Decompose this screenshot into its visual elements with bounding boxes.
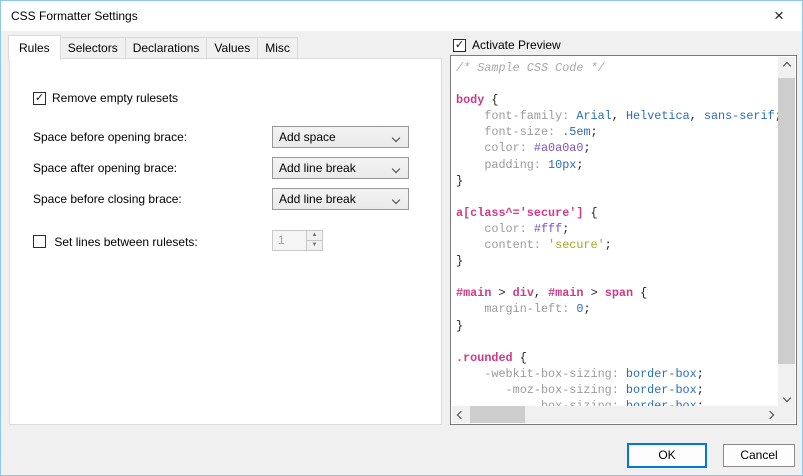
tab-misc[interactable]: Misc bbox=[257, 37, 298, 59]
vertical-scrollbar[interactable] bbox=[778, 57, 795, 406]
triangle-up-icon: ▲ bbox=[312, 232, 318, 238]
tab-rules[interactable]: Rules bbox=[8, 35, 61, 60]
code-line: /* Sample CSS Code */ bbox=[456, 60, 778, 76]
code-line: font-family: Arial, Helvetica, sans-seri… bbox=[456, 108, 778, 124]
horizontal-scrollbar-thumb[interactable] bbox=[470, 406, 525, 423]
ok-button[interactable]: OK bbox=[627, 443, 707, 468]
space-after-opening-brace-value: Add line break bbox=[279, 161, 356, 175]
code-line: } bbox=[456, 253, 778, 269]
chevron-right-icon bbox=[765, 410, 773, 418]
chevron-down-icon bbox=[392, 196, 400, 204]
code-line bbox=[456, 76, 778, 92]
set-lines-between-rulesets-label: Set lines between rulesets: bbox=[54, 235, 197, 249]
triangle-down-icon: ▼ bbox=[312, 242, 318, 248]
tab-declarations-label: Declarations bbox=[133, 41, 200, 55]
space-before-opening-brace-label: Space before opening brace: bbox=[33, 130, 187, 144]
close-icon: × bbox=[774, 6, 784, 26]
space-before-closing-brace-select[interactable]: Add line break bbox=[272, 188, 409, 210]
space-after-opening-brace-select[interactable]: Add line break bbox=[272, 157, 409, 179]
tab-values-label: Values bbox=[214, 41, 250, 55]
chevron-down-icon bbox=[392, 165, 400, 173]
chevron-down-icon bbox=[392, 134, 400, 142]
code-line: .rounded { bbox=[456, 350, 778, 366]
code-line: } bbox=[456, 318, 778, 334]
activate-preview-checkbox[interactable]: ✓ bbox=[453, 39, 466, 52]
scroll-right-button[interactable] bbox=[761, 406, 778, 423]
code-line: #main > div, #main > span { bbox=[456, 285, 778, 301]
code-line: color: #a0a0a0; bbox=[456, 140, 778, 156]
code-line: -moz-box-sizing: border-box; bbox=[456, 382, 778, 398]
tab-values[interactable]: Values bbox=[206, 37, 258, 59]
code-line bbox=[456, 334, 778, 350]
remove-empty-rulesets-checkbox[interactable]: ✓ bbox=[33, 92, 46, 105]
code-line: body { bbox=[456, 92, 778, 108]
space-before-closing-brace-label: Space before closing brace: bbox=[33, 192, 182, 206]
close-button[interactable]: × bbox=[756, 1, 802, 30]
space-before-closing-brace-value: Add line break bbox=[279, 192, 356, 206]
scrollbar-corner bbox=[778, 406, 795, 423]
chevron-up-icon bbox=[782, 61, 790, 69]
code-line: font-size: .5em; bbox=[456, 124, 778, 140]
space-after-opening-brace-row: Space after opening brace: Add line brea… bbox=[33, 157, 421, 179]
code-line: color: #fff; bbox=[456, 221, 778, 237]
css-formatter-settings-dialog: CSS Formatter Settings × Rules Selectors… bbox=[0, 0, 803, 476]
cancel-button[interactable]: Cancel bbox=[723, 444, 795, 467]
activate-preview-label: Activate Preview bbox=[472, 38, 561, 52]
code-line: margin-left: 0; bbox=[456, 301, 778, 317]
stepper-buttons: ▲ ▼ bbox=[306, 231, 322, 250]
tab-misc-label: Misc bbox=[265, 41, 290, 55]
lines-between-rulesets-value: 1 bbox=[273, 231, 306, 250]
scroll-up-button[interactable] bbox=[778, 57, 795, 74]
code-line: a[class^='secure'] { bbox=[456, 205, 778, 221]
horizontal-scrollbar[interactable] bbox=[452, 406, 778, 423]
lines-between-rulesets-stepper[interactable]: 1 ▲ ▼ bbox=[272, 230, 323, 251]
stepper-down-button[interactable]: ▼ bbox=[307, 240, 322, 250]
css-preview-code: /* Sample CSS Code */ body { font-family… bbox=[452, 57, 778, 406]
code-line bbox=[456, 269, 778, 285]
chevron-down-icon bbox=[782, 393, 790, 401]
remove-empty-rulesets-row: ✓ Remove empty rulesets bbox=[33, 87, 178, 109]
space-before-opening-brace-select[interactable]: Add space bbox=[272, 126, 409, 148]
code-line: } bbox=[456, 173, 778, 189]
code-line: -webkit-box-sizing: border-box; bbox=[456, 366, 778, 382]
tab-declarations[interactable]: Declarations bbox=[125, 37, 208, 59]
tab-rules-label: Rules bbox=[19, 41, 50, 55]
css-preview-panel: /* Sample CSS Code */ body { font-family… bbox=[450, 55, 797, 425]
dialog-title: CSS Formatter Settings bbox=[11, 1, 138, 31]
scroll-down-button[interactable] bbox=[778, 389, 795, 406]
tab-selectors[interactable]: Selectors bbox=[60, 37, 126, 59]
scroll-left-button[interactable] bbox=[452, 406, 469, 423]
code-line: box-sizing: border-box; bbox=[456, 398, 778, 406]
checkmark-icon: ✓ bbox=[35, 92, 44, 104]
tab-strip: Rules Selectors Declarations Values Misc bbox=[9, 34, 298, 59]
vertical-scrollbar-thumb[interactable] bbox=[778, 78, 795, 364]
stepper-up-button[interactable]: ▲ bbox=[307, 231, 322, 240]
code-line bbox=[456, 189, 778, 205]
set-lines-between-rulesets-checkbox[interactable] bbox=[33, 235, 46, 248]
rules-tab-page: ✓ Remove empty rulesets Space before ope… bbox=[9, 58, 442, 425]
activate-preview-row: ✓ Activate Preview bbox=[453, 38, 561, 52]
space-before-opening-brace-value: Add space bbox=[279, 130, 336, 144]
tab-selectors-label: Selectors bbox=[68, 41, 118, 55]
remove-empty-rulesets-label: Remove empty rulesets bbox=[52, 87, 178, 109]
space-before-opening-brace-row: Space before opening brace: Add space bbox=[33, 126, 421, 148]
chevron-left-icon bbox=[456, 410, 464, 418]
code-line: padding: 10px; bbox=[456, 157, 778, 173]
title-bar: CSS Formatter Settings × bbox=[1, 1, 802, 31]
checkmark-icon: ✓ bbox=[455, 39, 464, 51]
space-before-closing-brace-row: Space before closing brace: Add line bre… bbox=[33, 188, 421, 210]
space-after-opening-brace-label: Space after opening brace: bbox=[33, 161, 177, 175]
set-lines-between-rulesets-row: Set lines between rulesets: 1 ▲ ▼ bbox=[33, 231, 421, 253]
code-line: content: 'secure'; bbox=[456, 237, 778, 253]
